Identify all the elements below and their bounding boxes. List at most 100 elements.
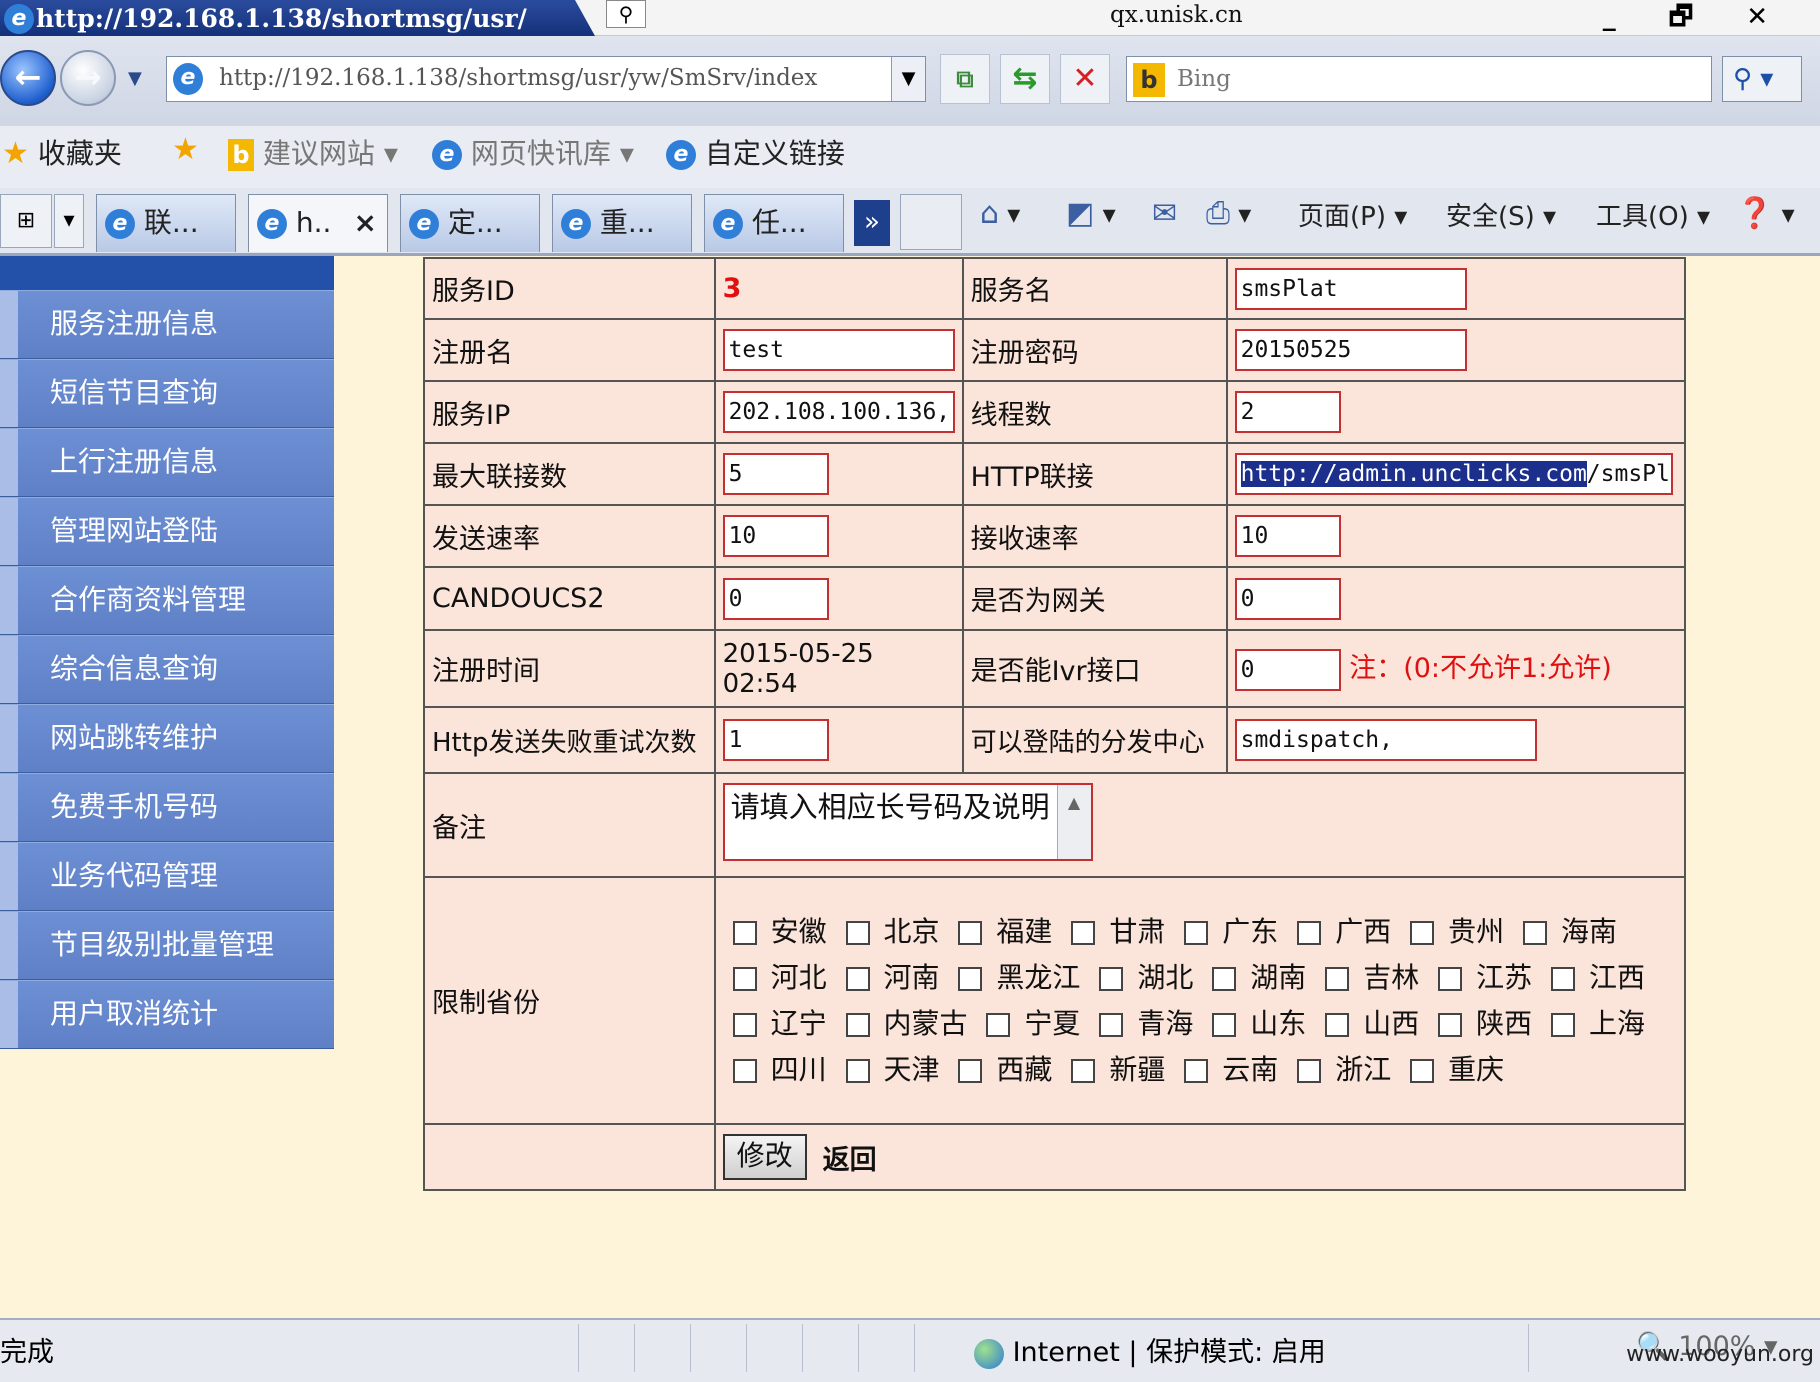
province-option[interactable]: 河南 — [836, 961, 940, 994]
province-option[interactable]: 福建 — [948, 915, 1052, 948]
address-input[interactable]: http://192.168.1.138/shortmsg/usr/yw/SmS… — [219, 65, 879, 91]
province-option[interactable]: 辽宁 — [723, 1007, 827, 1040]
modify-button[interactable]: 修改 — [722, 1134, 807, 1180]
province-option[interactable]: 四川 — [723, 1053, 827, 1086]
refresh-button[interactable]: ⇆ — [1000, 54, 1050, 104]
sidebar-item-general-query[interactable]: 综合信息查询 — [0, 635, 334, 704]
province-checkbox[interactable] — [732, 1012, 757, 1037]
province-option[interactable]: 海南 — [1513, 915, 1617, 948]
stop-button[interactable]: ✕ — [1060, 54, 1110, 104]
http-retry-input[interactable]: 1 — [722, 719, 829, 761]
remark-textarea[interactable]: 请填入相应长号码及说明▲▼ — [722, 782, 1093, 861]
province-option[interactable]: 云南 — [1174, 1053, 1278, 1086]
province-option[interactable]: 山西 — [1315, 1007, 1419, 1040]
custom-links-link[interactable]: e 自定义链接 — [666, 132, 845, 172]
province-checkbox[interactable] — [732, 966, 757, 991]
ivr-input[interactable]: 0 — [1234, 648, 1341, 691]
reg-name-input[interactable]: test — [722, 329, 955, 371]
candoucs2-input[interactable]: 0 — [722, 577, 829, 620]
province-option[interactable]: 重庆 — [1400, 1053, 1504, 1086]
province-checkbox[interactable] — [732, 920, 757, 945]
threads-input[interactable]: 2 — [1234, 391, 1341, 433]
feeds-button[interactable]: ◩ ▾ — [1066, 196, 1116, 231]
dispatch-input[interactable]: smdispatch, — [1234, 719, 1537, 761]
search-button[interactable]: ⚲ ▾ — [1722, 56, 1802, 102]
province-option[interactable]: 贵州 — [1400, 915, 1504, 948]
province-checkbox[interactable] — [1099, 1012, 1124, 1037]
province-checkbox[interactable] — [1325, 966, 1350, 991]
sidebar-item-sms-program-query[interactable]: 短信节目查询 — [0, 359, 334, 428]
province-checkbox[interactable] — [1438, 966, 1463, 991]
province-option[interactable]: 山东 — [1202, 1007, 1306, 1040]
province-checkbox[interactable] — [1071, 920, 1096, 945]
address-dropdown-icon[interactable]: ▼ — [891, 57, 925, 101]
province-option[interactable]: 上海 — [1541, 1007, 1645, 1040]
province-option[interactable]: 青海 — [1089, 1007, 1193, 1040]
province-checkbox[interactable] — [1325, 1012, 1350, 1037]
province-checkbox[interactable] — [958, 1058, 983, 1083]
sidebar-item-service-registration[interactable]: 服务注册信息 — [0, 290, 334, 359]
province-checkbox[interactable] — [1184, 920, 1209, 945]
province-checkbox[interactable] — [1297, 920, 1322, 945]
tab-5[interactable]: e 任... — [704, 194, 844, 252]
close-tab-icon[interactable]: × — [354, 195, 377, 251]
print-button[interactable]: ⎙ ▾ — [1206, 196, 1251, 231]
back-button[interactable]: ← — [0, 50, 56, 106]
send-rate-input[interactable]: 10 — [722, 515, 829, 557]
service-ip-input[interactable]: 202.108.100.136, — [722, 391, 955, 433]
tab-3[interactable]: e 定... — [400, 194, 540, 252]
province-checkbox[interactable] — [1099, 966, 1124, 991]
pin-icon[interactable]: ⚲ — [606, 0, 646, 28]
province-checkbox[interactable] — [986, 1012, 1011, 1037]
more-tabs-button[interactable]: » — [854, 200, 890, 246]
province-checkbox[interactable] — [1523, 920, 1548, 945]
province-option[interactable]: 浙江 — [1287, 1053, 1391, 1086]
province-checkbox[interactable] — [732, 1058, 757, 1083]
province-option[interactable]: 黑龙江 — [948, 961, 1080, 994]
web-slices-link[interactable]: e 网页快讯库 ▾ — [432, 132, 634, 172]
province-option[interactable]: 吉林 — [1315, 961, 1419, 994]
province-option[interactable]: 北京 — [836, 915, 940, 948]
search-input[interactable]: Bing — [1177, 66, 1231, 92]
new-tab-button[interactable] — [900, 194, 962, 250]
tab-list-dropdown-icon[interactable]: ▾ — [54, 194, 84, 248]
province-option[interactable]: 广东 — [1174, 915, 1278, 948]
province-option[interactable]: 西藏 — [948, 1053, 1052, 1086]
province-checkbox[interactable] — [1212, 1012, 1237, 1037]
tab-1[interactable]: e 联... — [96, 194, 236, 252]
tools-menu[interactable]: 工具(O) ▾ — [1596, 196, 1710, 233]
textarea-scrollbar[interactable]: ▲▼ — [1056, 784, 1091, 859]
province-option[interactable]: 内蒙古 — [836, 1007, 968, 1040]
province-option[interactable]: 天津 — [836, 1053, 940, 1086]
security-zone[interactable]: Internet | 保护模式: 启用 — [974, 1330, 1326, 1369]
quick-tabs-icon[interactable]: ⊞ — [0, 194, 52, 248]
province-checkbox[interactable] — [1551, 966, 1576, 991]
recv-rate-input[interactable]: 10 — [1234, 515, 1341, 557]
compatibility-view-button[interactable]: ⧉ — [940, 54, 990, 104]
search-box[interactable]: b Bing — [1126, 56, 1712, 102]
home-button[interactable]: ⌂ ▾ — [980, 196, 1020, 231]
sidebar-item-site-redirect[interactable]: 网站跳转维护 — [0, 704, 334, 773]
forward-button[interactable]: → — [60, 50, 116, 106]
is-gateway-input[interactable]: 0 — [1234, 577, 1341, 620]
sidebar-item-uplink-registration[interactable]: 上行注册信息 — [0, 428, 334, 497]
province-option[interactable]: 河北 — [723, 961, 827, 994]
sidebar-item-free-numbers[interactable]: 免费手机号码 — [0, 773, 334, 842]
province-checkbox[interactable] — [1071, 1058, 1096, 1083]
province-checkbox[interactable] — [958, 966, 983, 991]
add-favorite-icon[interactable]: ★ — [172, 132, 199, 167]
province-option[interactable]: 甘肃 — [1061, 915, 1165, 948]
http-link-input[interactable]: http://admin.unclicks.com/smsPl — [1234, 453, 1673, 495]
province-checkbox[interactable] — [1438, 1012, 1463, 1037]
safety-menu[interactable]: 安全(S) ▾ — [1446, 196, 1556, 233]
sidebar-item-admin-site-login[interactable]: 管理网站登陆 — [0, 497, 334, 566]
tab-4[interactable]: e 重... — [552, 194, 692, 252]
province-checkbox[interactable] — [845, 1058, 870, 1083]
province-option[interactable]: 湖南 — [1202, 961, 1306, 994]
province-checkbox[interactable] — [845, 920, 870, 945]
province-checkbox[interactable] — [1410, 920, 1435, 945]
province-option[interactable]: 湖北 — [1089, 961, 1193, 994]
address-bar[interactable]: e http://192.168.1.138/shortmsg/usr/yw/S… — [166, 56, 926, 102]
province-checkbox[interactable] — [845, 966, 870, 991]
province-checkbox[interactable] — [845, 1012, 870, 1037]
